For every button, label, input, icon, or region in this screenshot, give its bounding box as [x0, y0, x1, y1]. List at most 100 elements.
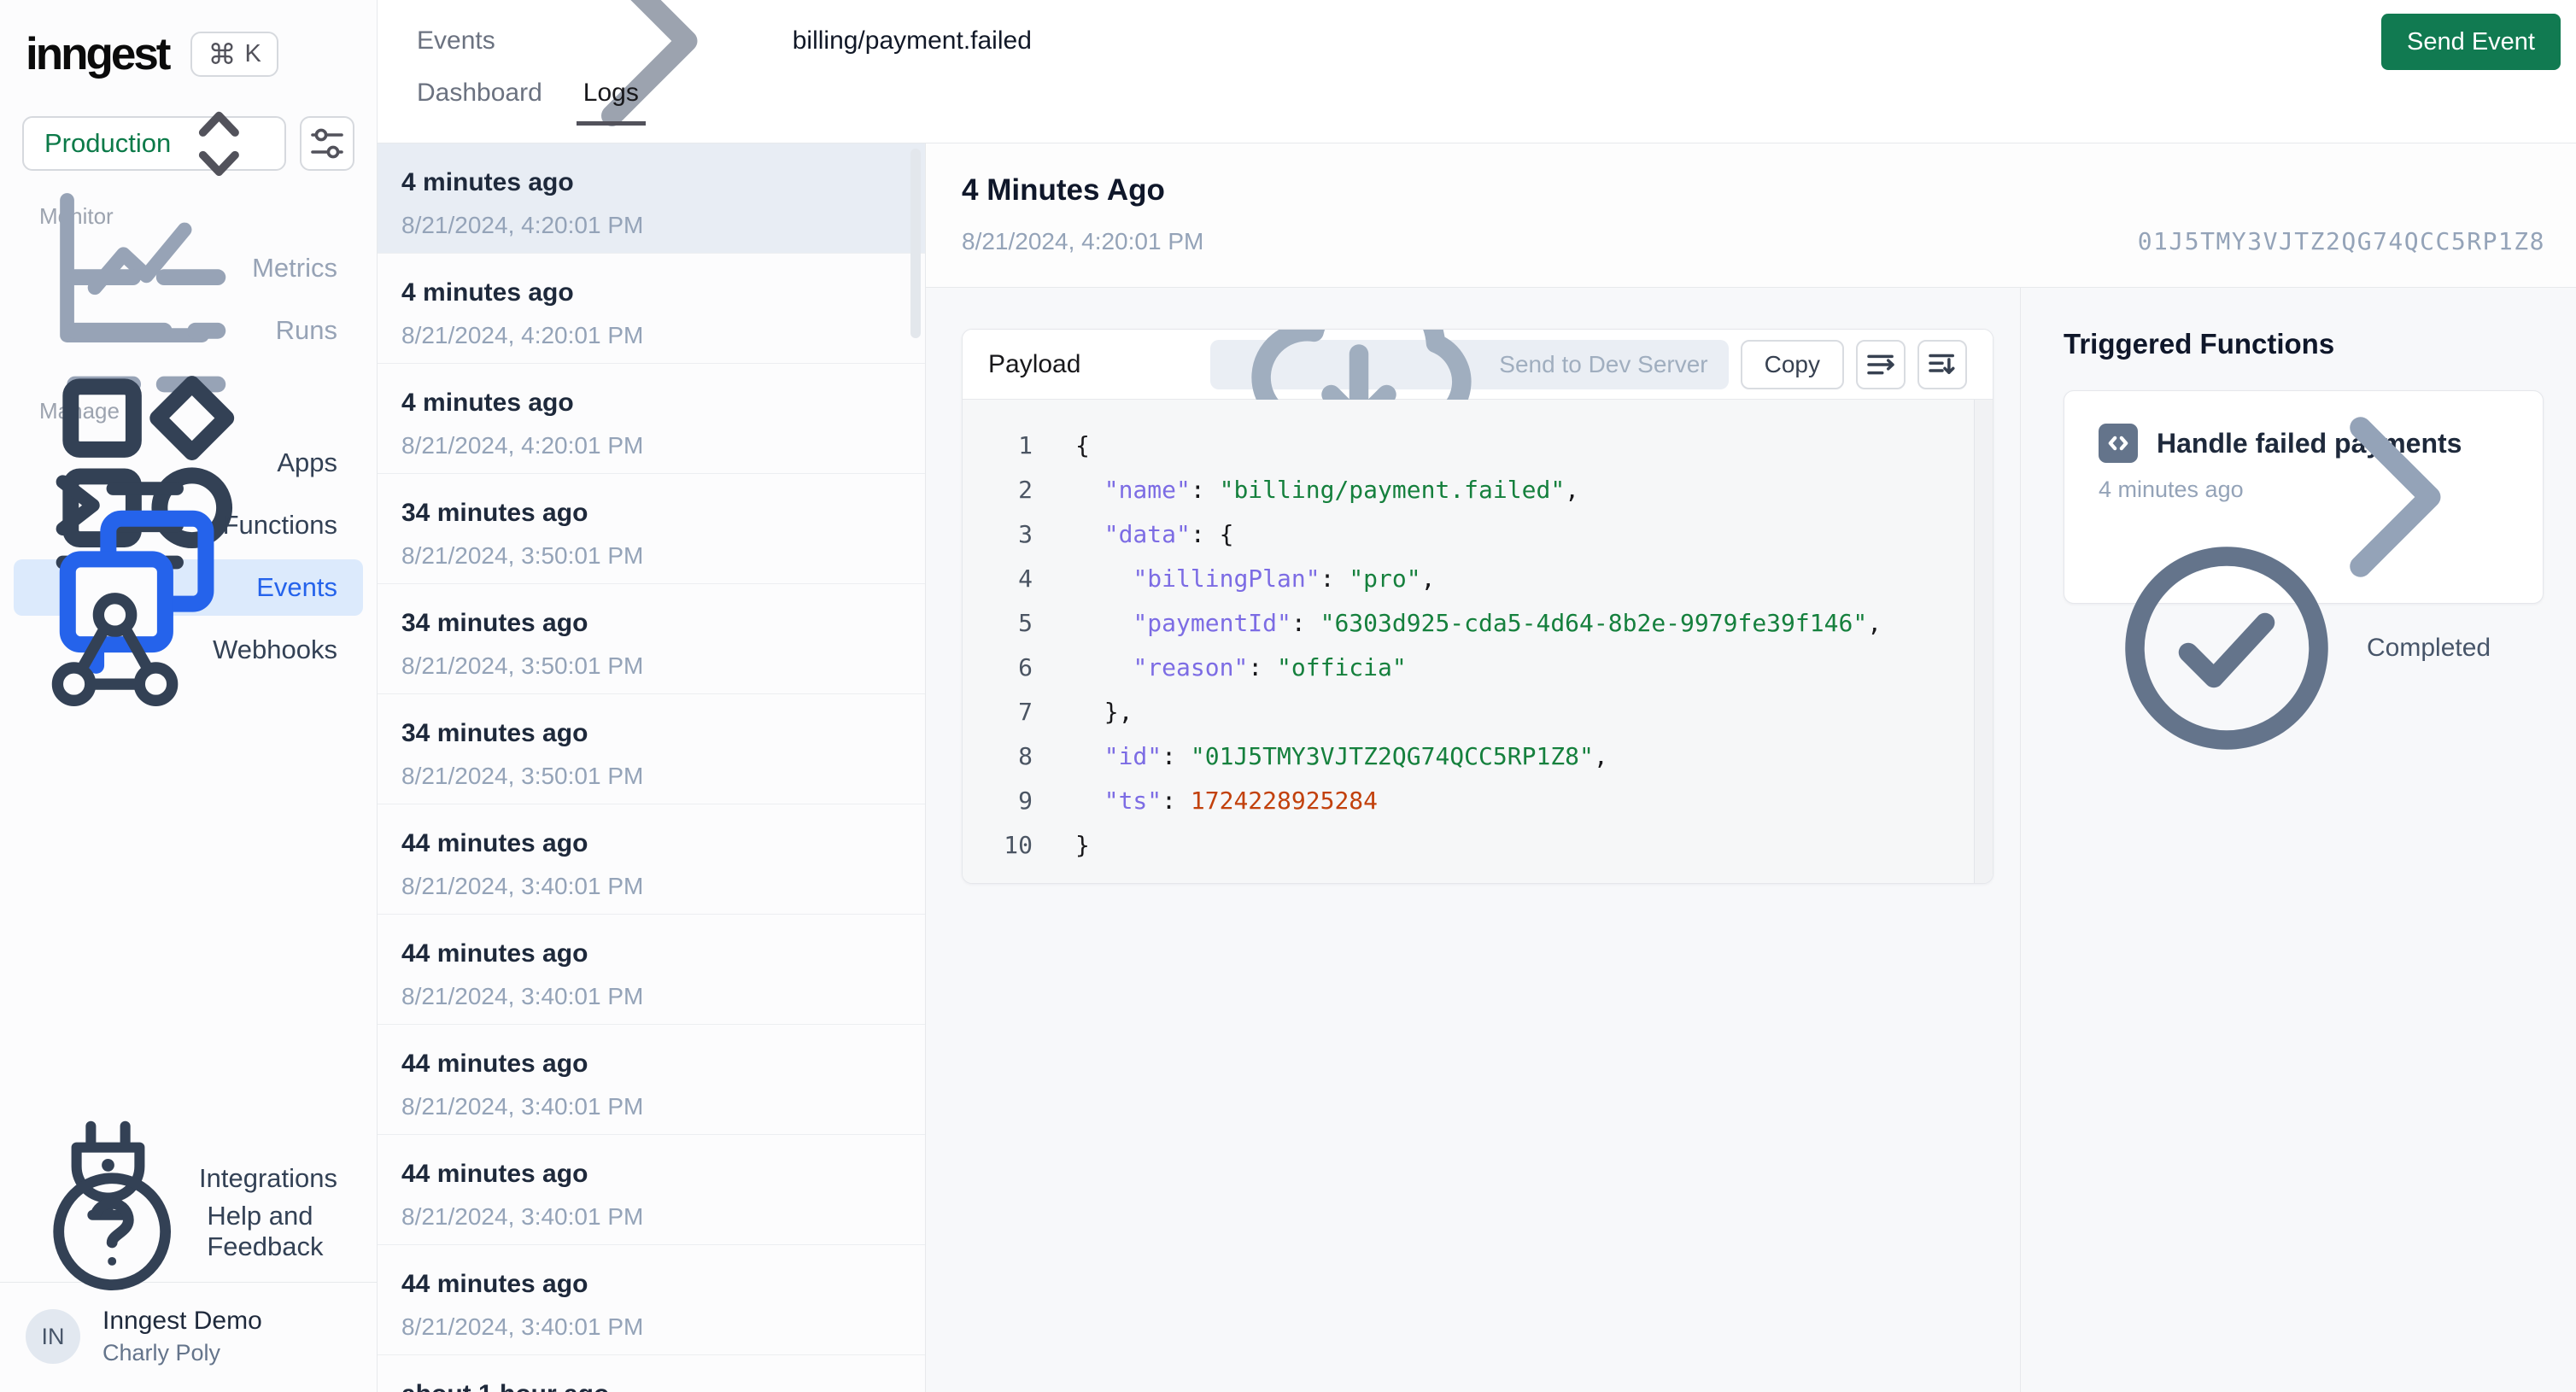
event-relative-time: 4 minutes ago — [401, 389, 574, 417]
event-list-item[interactable]: 4 minutes ago 8/21/2024, 4:20:01 PM — [378, 254, 925, 364]
wrap-text-icon — [1863, 347, 1899, 383]
line-number: 5 — [1018, 609, 1033, 637]
breadcrumb-events-link[interactable]: Events — [417, 26, 495, 56]
code-scrollbar[interactable] — [1974, 400, 1993, 883]
code-text: { — [1075, 431, 1090, 459]
code-text: "billingPlan": "pro", — [1133, 564, 1436, 593]
line-number: 10 — [1004, 831, 1033, 859]
event-relative-time: 44 minutes ago — [401, 1050, 588, 1078]
environment-selector[interactable]: Production — [22, 111, 286, 176]
event-list-item[interactable]: 34 minutes ago 8/21/2024, 3:50:01 PM — [378, 474, 925, 584]
tab-dashboard[interactable]: Dashboard — [417, 73, 542, 126]
event-detail-header: 4 Minutes Ago 8/21/2024, 4:20:01 PM 01J5… — [926, 143, 2576, 287]
breadcrumb: Events billing/payment.failed — [417, 0, 2576, 126]
environment-row: Production — [22, 111, 354, 176]
send-to-dev-server-button[interactable]: Send to Dev Server — [1210, 330, 1729, 433]
code-line: 7 }, — [963, 690, 1993, 734]
user-text: Inngest Demo Charly Poly — [102, 1307, 262, 1366]
event-id: 01J5TMY3VJTZ2QG74QCC5RP1Z8 — [2137, 227, 2545, 255]
code-line: 1 { — [963, 424, 1993, 468]
event-list-item[interactable]: 44 minutes ago 8/21/2024, 3:40:01 PM — [378, 915, 925, 1025]
triggered-function-card[interactable]: Handle failed payments 4 minutes ago Com… — [2064, 390, 2544, 750]
code-text: "ts": 1724228925284 — [1104, 787, 1379, 815]
wrap-text-button[interactable] — [1856, 339, 1906, 389]
event-relative-time: 44 minutes ago — [401, 829, 588, 857]
topbar: Events billing/payment.failed Dashboard … — [378, 0, 2576, 143]
tab-logs[interactable]: Logs — [576, 73, 646, 126]
event-list-item[interactable]: 34 minutes ago 8/21/2024, 3:50:01 PM — [378, 584, 925, 694]
event-list-item[interactable]: 4 minutes ago 8/21/2024, 4:20:01 PM — [378, 143, 925, 254]
content: 4 minutes ago 8/21/2024, 4:20:01 PM 4 mi… — [378, 143, 2576, 1392]
event-timestamp: 8/21/2024, 3:40:01 PM — [401, 873, 644, 899]
code-line: 4 "billingPlan": "pro", — [963, 557, 1993, 601]
code-text: }, — [1075, 698, 1133, 726]
breadcrumb-current: billing/payment.failed — [792, 26, 1032, 55]
event-timestamp: 8/21/2024, 4:20:01 PM — [401, 432, 644, 459]
event-list-item[interactable]: 44 minutes ago 8/21/2024, 3:40:01 PM — [378, 1245, 925, 1355]
event-list-item[interactable]: 44 minutes ago 8/21/2024, 3:40:01 PM — [378, 804, 925, 915]
event-relative-time: 34 minutes ago — [401, 499, 588, 527]
event-list-item[interactable]: 4 minutes ago 8/21/2024, 4:20:01 PM — [378, 364, 925, 474]
scroll-to-bottom-button[interactable] — [1917, 339, 1967, 389]
event-timestamp: 8/21/2024, 3:40:01 PM — [401, 1313, 644, 1340]
event-list-scrollbar[interactable] — [910, 149, 921, 338]
logo-row: inngest ⌘ K — [26, 22, 351, 85]
event-list: 4 minutes ago 8/21/2024, 4:20:01 PM 4 mi… — [378, 143, 926, 1392]
code-text: "id": "01J5TMY3VJTZ2QG74QCC5RP1Z8", — [1104, 742, 1608, 770]
event-detail-body: Payload Send to Dev Server Copy 1 {2 "n… — [926, 287, 2576, 1392]
line-number: 7 — [1018, 698, 1033, 726]
sidebar-nav: Monitor Metrics Runs Manage Apps Functio… — [0, 193, 377, 707]
event-timestamp: 8/21/2024, 3:40:01 PM — [401, 983, 644, 1009]
event-detail-timestamp: 8/21/2024, 4:20:01 PM — [962, 227, 1204, 254]
event-list-item[interactable]: 34 minutes ago 8/21/2024, 3:50:01 PM — [378, 694, 925, 804]
code-line: 6 "reason": "officia" — [963, 646, 1993, 690]
code-line: 5 "paymentId": "6303d925-cda5-4d64-8b2e-… — [963, 601, 1993, 646]
event-timestamp: 8/21/2024, 3:50:01 PM — [401, 542, 644, 569]
user-name: Charly Poly — [102, 1340, 221, 1366]
event-timestamp: 8/21/2024, 3:40:01 PM — [401, 1093, 644, 1120]
sidebar-section: Monitor Metrics Runs — [0, 193, 377, 393]
payload-column: Payload Send to Dev Server Copy 1 {2 "n… — [926, 288, 2020, 1392]
line-number: 4 — [1018, 564, 1033, 593]
command-k-shortcut[interactable]: ⌘ K — [190, 31, 278, 77]
code-line: 3 "data": { — [963, 512, 1993, 557]
avatar: IN — [26, 1309, 80, 1364]
sidebar-item-webhooks[interactable]: Webhooks — [14, 593, 363, 707]
triggered-functions-panel: Triggered Functions Handle failed paymen… — [2020, 288, 2576, 1392]
event-list-item[interactable]: about 1 hour ago — [378, 1355, 925, 1392]
payload-title: Payload — [988, 349, 1081, 378]
code-text: "data": { — [1104, 520, 1234, 548]
environment-settings-button[interactable] — [300, 116, 354, 171]
function-code-icon — [2099, 424, 2138, 463]
event-timestamp: 8/21/2024, 3:40:01 PM — [401, 1203, 644, 1230]
event-timestamp: 8/21/2024, 3:50:01 PM — [401, 652, 644, 679]
event-timestamp: 8/21/2024, 4:20:01 PM — [401, 322, 644, 348]
event-list-item[interactable]: 44 minutes ago 8/21/2024, 3:40:01 PM — [378, 1135, 925, 1245]
event-relative-time: 44 minutes ago — [401, 939, 588, 968]
main-column: Events billing/payment.failed Dashboard … — [378, 0, 2576, 1392]
payload-header: Payload Send to Dev Server Copy — [963, 330, 1993, 433]
code-line: 10 } — [963, 823, 1993, 868]
code-text: } — [1075, 831, 1090, 859]
event-relative-time: 44 minutes ago — [401, 1160, 588, 1188]
send-event-button[interactable]: Send Event — [2381, 14, 2561, 70]
event-relative-time: 4 minutes ago — [401, 168, 574, 196]
copy-button[interactable]: Copy — [1740, 339, 1844, 389]
event-list-item[interactable]: 44 minutes ago 8/21/2024, 3:40:01 PM — [378, 1025, 925, 1135]
chevron-right-icon — [2259, 369, 2515, 625]
user-menu[interactable]: IN Inngest Demo Charly Poly — [26, 1307, 351, 1366]
code-text: "reason": "officia" — [1133, 653, 1407, 681]
payload-actions: Send to Dev Server Copy — [1210, 330, 1967, 433]
event-relative-time: 34 minutes ago — [401, 609, 588, 637]
command-icon: ⌘ — [208, 38, 237, 70]
sidebar-item-help-and-feedback[interactable]: Help and Feedback — [14, 1173, 363, 1290]
line-number: 8 — [1018, 742, 1033, 770]
payload-code[interactable]: 1 { 2 "name": "billing/payment.failed", … — [963, 400, 1993, 883]
environment-selector-value: Production — [44, 128, 172, 158]
command-k-letter: K — [244, 39, 261, 67]
sliders-icon — [307, 123, 348, 164]
line-number: 3 — [1018, 520, 1033, 548]
app-root: inngest ⌘ K Production Monitor Metrics Ru… — [0, 0, 2576, 1392]
sidebar-item-runs[interactable]: Runs — [14, 268, 363, 393]
event-detail-subrow: 8/21/2024, 4:20:01 PM 01J5TMY3VJTZ2QG74Q… — [962, 227, 2545, 255]
